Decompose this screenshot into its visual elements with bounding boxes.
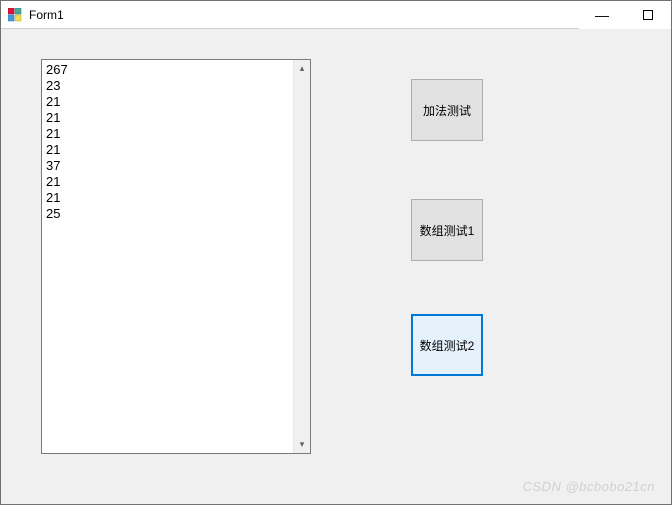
titlebar-controls: — xyxy=(579,1,671,29)
minimize-icon: — xyxy=(595,7,609,23)
maximize-icon xyxy=(643,10,653,20)
output-content[interactable]: 267 23 21 21 21 21 37 21 21 25 xyxy=(42,60,293,453)
titlebar[interactable]: Form1 — xyxy=(1,1,671,29)
button-label: 数组测试1 xyxy=(420,222,475,239)
minimize-button[interactable]: — xyxy=(579,1,625,29)
scroll-down-arrow[interactable]: ▾ xyxy=(294,436,310,453)
addition-test-button[interactable]: 加法测试 xyxy=(411,79,483,141)
array-test-2-button[interactable]: 数组测试2 xyxy=(411,314,483,376)
scroll-track[interactable] xyxy=(294,77,310,436)
main-window: Form1 — 267 23 21 21 21 21 37 21 21 25 ▴… xyxy=(0,0,672,505)
watermark-text: CSDN @bcbobo21cn xyxy=(523,479,655,494)
output-textbox[interactable]: 267 23 21 21 21 21 37 21 21 25 ▴ ▾ xyxy=(41,59,311,454)
maximize-button[interactable] xyxy=(625,1,671,29)
window-title: Form1 xyxy=(29,8,64,22)
scroll-up-arrow[interactable]: ▴ xyxy=(294,60,310,77)
button-label: 加法测试 xyxy=(423,102,471,119)
button-label: 数组测试2 xyxy=(420,337,475,354)
vertical-scrollbar[interactable]: ▴ ▾ xyxy=(293,60,310,453)
app-icon xyxy=(7,7,23,23)
client-area: 267 23 21 21 21 21 37 21 21 25 ▴ ▾ 加法测试 … xyxy=(1,29,671,504)
array-test-1-button[interactable]: 数组测试1 xyxy=(411,199,483,261)
